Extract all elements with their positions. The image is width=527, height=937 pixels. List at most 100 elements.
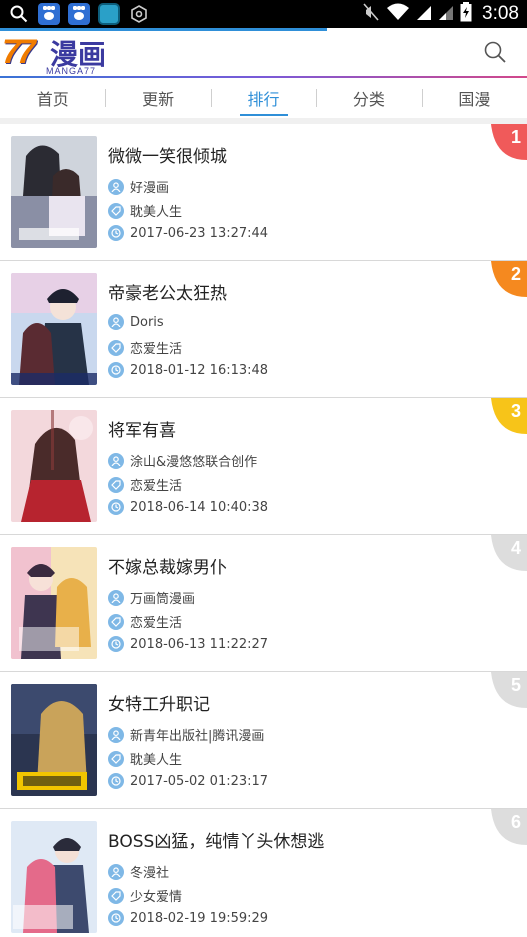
comic-author: 冬漫社 — [108, 862, 169, 881]
comic-author: 万画筒漫画 — [108, 588, 195, 607]
clock-icon — [108, 499, 124, 515]
clock-icon — [108, 362, 124, 378]
tab-categories[interactable]: 分类 — [316, 78, 421, 118]
clock-icon — [108, 225, 124, 241]
tag-icon — [108, 613, 124, 630]
app-header: 77 漫画 MANGA77 — [0, 28, 527, 78]
comic-cover[interactable] — [11, 821, 97, 933]
comic-cover[interactable] — [11, 273, 97, 385]
rank-number: 4 — [510, 538, 521, 558]
comic-cover[interactable] — [11, 547, 97, 659]
rank-badge: 4 — [491, 535, 527, 571]
mute-icon — [362, 2, 380, 26]
author-name: 万画筒漫画 — [130, 592, 196, 607]
comic-title[interactable]: 不嫁总裁嫁男仆 — [108, 553, 227, 578]
list-item[interactable]: 将军有喜 涂山&漫悠悠联合创作 恋爱生活 2018-06-14 10:40:38… — [0, 398, 527, 535]
comic-title[interactable]: 女特工升职记 — [108, 690, 210, 715]
comic-category: 耽美人生 — [108, 201, 182, 220]
comic-title[interactable]: 帝豪老公太狂热 — [108, 279, 227, 304]
tag-icon — [108, 339, 124, 356]
search-button[interactable] — [483, 40, 509, 66]
list-item[interactable]: 微微一笑很倾城 好漫画 耽美人生 2017-06-23 13:27:44 1 — [0, 124, 527, 261]
category-name: 耽美人生 — [130, 753, 183, 768]
list-item[interactable]: BOSS凶猛，纯情丫头休想逃 冬漫社 少女爱情 2018-02-19 19:59… — [0, 809, 527, 937]
comic-title[interactable]: BOSS凶猛，纯情丫头休想逃 — [108, 827, 324, 852]
comic-author: 新青年出版社|腾讯漫画 — [108, 725, 264, 744]
tab-updates[interactable]: 更新 — [105, 78, 210, 118]
list-item[interactable]: 女特工升职记 新青年出版社|腾讯漫画 耽美人生 2017-05-02 01:23… — [0, 672, 527, 809]
rank-badge: 1 — [491, 124, 527, 160]
author-name: 新青年出版社|腾讯漫画 — [130, 729, 265, 744]
clock-icon — [108, 636, 124, 652]
tag-icon — [108, 750, 124, 767]
comic-category: 耽美人生 — [108, 749, 182, 768]
comic-author: 涂山&漫悠悠联合创作 — [108, 451, 257, 470]
comic-updated: 2018-02-19 19:59:29 — [108, 910, 268, 926]
author-icon — [108, 589, 124, 606]
author-icon — [108, 863, 124, 880]
update-time: 2018-01-12 16:13:48 — [130, 362, 269, 378]
update-time: 2018-06-13 11:22:27 — [130, 636, 269, 652]
comic-cover[interactable] — [11, 684, 97, 796]
comic-updated: 2018-01-12 16:13:48 — [108, 362, 268, 378]
author-name: Doris — [130, 314, 164, 330]
rank-badge: 3 — [491, 398, 527, 434]
comic-category: 恋爱生活 — [108, 475, 182, 494]
rank-number: 1 — [510, 127, 521, 147]
rank-badge: 6 — [491, 809, 527, 845]
battery-icon — [460, 2, 472, 26]
comic-title[interactable]: 将军有喜 — [108, 416, 176, 441]
author-icon — [108, 726, 124, 743]
comic-category: 恋爱生活 — [108, 612, 182, 631]
tag-icon — [108, 202, 124, 219]
comic-updated: 2018-06-14 10:40:38 — [108, 499, 268, 515]
comic-author: Doris — [108, 314, 164, 330]
author-name: 好漫画 — [130, 181, 170, 196]
tab-home[interactable]: 首页 — [0, 78, 105, 118]
comic-category: 少女爱情 — [108, 886, 182, 905]
update-time: 2018-06-14 10:40:38 — [130, 499, 269, 515]
comic-cover[interactable] — [11, 136, 97, 248]
status-bar: 3:08 — [0, 0, 527, 28]
wifi-icon — [386, 2, 410, 26]
app-logo[interactable]: 77 漫画 MANGA77 — [0, 31, 120, 77]
category-name: 少女爱情 — [130, 890, 183, 905]
logo-number: 77 — [2, 33, 36, 71]
tag-icon — [108, 476, 124, 493]
baidu-paw-icon — [38, 3, 60, 25]
rank-badge: 5 — [491, 672, 527, 708]
tab-ranking[interactable]: 排行 — [210, 78, 316, 118]
clock: 3:08 — [482, 3, 519, 24]
rank-number: 6 — [510, 812, 521, 832]
list-item[interactable]: 不嫁总裁嫁男仆 万画筒漫画 恋爱生活 2018-06-13 11:22:27 4 — [0, 535, 527, 672]
tab-bar: 首页 更新 排行 分类 国漫 — [0, 78, 527, 118]
category-name: 恋爱生活 — [130, 479, 183, 494]
rank-number: 3 — [510, 401, 521, 421]
comic-title[interactable]: 微微一笑很倾城 — [108, 142, 227, 167]
author-icon — [108, 452, 124, 469]
baidu-paw-icon — [68, 3, 90, 25]
comic-author: 好漫画 — [108, 177, 169, 196]
list-item[interactable]: 帝豪老公太狂热 Doris 恋爱生活 2018-01-12 16:13:48 2 — [0, 261, 527, 398]
clock-icon — [108, 910, 124, 926]
update-time: 2017-05-02 01:23:17 — [130, 773, 269, 789]
comic-cover[interactable] — [11, 410, 97, 522]
rank-badge: 2 — [491, 261, 527, 297]
update-time: 2018-02-19 19:59:29 — [130, 910, 269, 926]
comic-updated: 2018-06-13 11:22:27 — [108, 636, 268, 652]
comic-updated: 2017-06-23 13:27:44 — [108, 225, 268, 241]
search-icon — [8, 3, 30, 25]
category-name: 恋爱生活 — [130, 616, 183, 631]
tag-icon — [108, 887, 124, 904]
author-icon — [108, 178, 124, 195]
update-time: 2017-06-23 13:27:44 — [130, 225, 269, 241]
logo-subtitle: MANGA77 — [46, 66, 97, 76]
comic-updated: 2017-05-02 01:23:17 — [108, 773, 268, 789]
settings-icon — [128, 3, 150, 25]
category-name: 恋爱生活 — [130, 342, 183, 357]
clock-icon — [108, 773, 124, 789]
tab-domestic[interactable]: 国漫 — [421, 78, 527, 118]
signal-icon — [416, 3, 432, 25]
ranking-list: 微微一笑很倾城 好漫画 耽美人生 2017-06-23 13:27:44 1 帝… — [0, 124, 527, 937]
rank-number: 5 — [510, 675, 521, 695]
